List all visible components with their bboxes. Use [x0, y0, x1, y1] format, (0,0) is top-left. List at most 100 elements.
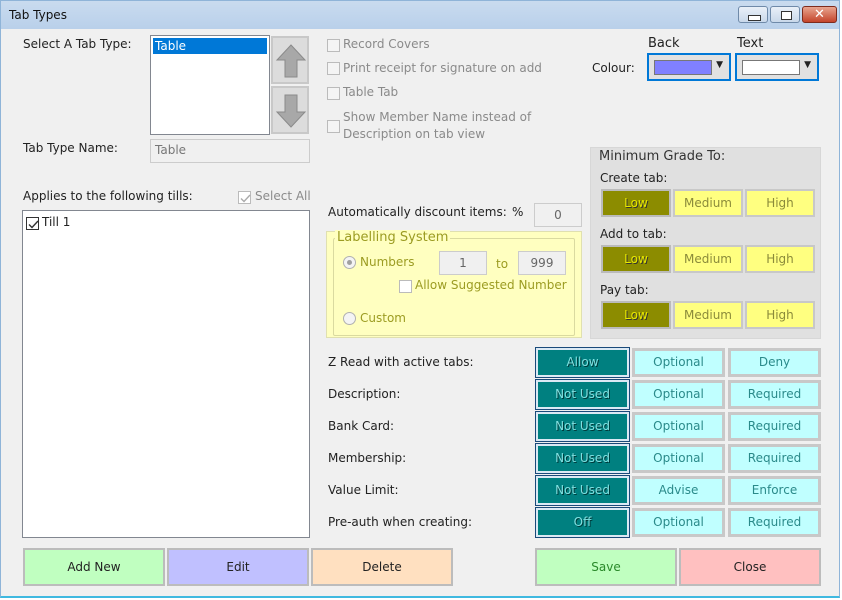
back-colour-label: Back — [648, 36, 680, 51]
print-receipt-checkbox[interactable] — [327, 62, 340, 75]
description-not-used-button[interactable]: Not Used — [535, 379, 630, 410]
tab-types-window: Tab Types ✕ Select A Tab Type: Table Tab… — [0, 0, 840, 598]
pre-auth-required-button[interactable]: Required — [728, 508, 821, 537]
pay-tab-label: Pay tab: — [600, 283, 649, 297]
custom-label: Custom — [360, 311, 406, 325]
tab-type-name-input[interactable]: Table — [150, 139, 310, 163]
edit-button[interactable]: Edit — [167, 548, 309, 586]
bank-card-required-button[interactable]: Required — [728, 412, 821, 441]
till-checkbox[interactable] — [26, 217, 39, 230]
pay-tab-medium-button[interactable]: Medium — [673, 301, 743, 329]
close-window-button[interactable]: ✕ — [802, 6, 837, 23]
show-member-name-label-line2: Description on tab view — [343, 127, 486, 141]
minimum-grade-panel: Minimum Grade To: Create tab: Low Medium… — [590, 147, 821, 339]
arrow-down-icon — [275, 94, 307, 128]
labelling-system-group: Labelling System Numbers 1 to 999 Allow … — [326, 230, 582, 338]
membership-not-used-button[interactable]: Not Used — [535, 443, 630, 474]
minimum-grade-title: Minimum Grade To: — [599, 149, 726, 164]
z-read-optional-button[interactable]: Optional — [632, 348, 725, 377]
discount-input[interactable]: 0 — [534, 203, 582, 227]
membership-label: Membership: — [328, 451, 407, 465]
value-limit-advise-button[interactable]: Advise — [632, 476, 725, 505]
add-new-button[interactable]: Add New — [23, 548, 165, 586]
number-to-input[interactable]: 999 — [518, 251, 566, 275]
record-covers-checkbox[interactable] — [327, 39, 340, 52]
create-tab-medium-button[interactable]: Medium — [673, 189, 743, 217]
value-limit-not-used-button[interactable]: Not Used — [535, 475, 630, 506]
select-tab-type-label: Select A Tab Type: — [23, 37, 132, 51]
membership-required-button[interactable]: Required — [728, 444, 821, 473]
move-up-button[interactable] — [271, 36, 309, 84]
create-tab-label: Create tab: — [600, 171, 668, 185]
number-from-input[interactable]: 1 — [439, 251, 487, 275]
colour-label: Colour: — [592, 61, 635, 75]
description-optional-button[interactable]: Optional — [632, 380, 725, 409]
checkmark-icon — [240, 194, 251, 203]
tills-list[interactable]: Till 1 — [22, 210, 310, 538]
add-to-tab-label: Add to tab: — [600, 227, 667, 241]
add-to-tab-medium-button[interactable]: Medium — [673, 245, 743, 273]
arrow-up-icon — [275, 44, 307, 78]
add-to-tab-high-button[interactable]: High — [745, 245, 815, 273]
show-member-name-label-line1: Show Member Name instead of — [343, 110, 532, 124]
to-label: to — [496, 257, 509, 271]
text-colour-label: Text — [737, 36, 764, 51]
text-colour-picker[interactable]: ▼ — [735, 53, 819, 81]
pre-auth-optional-button[interactable]: Optional — [632, 508, 725, 537]
close-button[interactable]: Close — [679, 548, 821, 586]
record-covers-label: Record Covers — [343, 37, 430, 51]
chevron-down-icon: ▼ — [804, 60, 811, 70]
table-tab-label: Table Tab — [343, 85, 399, 99]
custom-radio[interactable] — [343, 312, 356, 325]
numbers-label: Numbers — [360, 255, 415, 269]
tab-type-name-label: Tab Type Name: — [23, 141, 118, 155]
print-receipt-label: Print receipt for signature on add — [343, 61, 542, 75]
show-member-name-checkbox[interactable] — [327, 120, 340, 133]
minimize-button[interactable] — [738, 6, 768, 23]
value-limit-label: Value Limit: — [328, 483, 399, 497]
checkmark-icon — [28, 220, 39, 229]
tab-type-list-item[interactable]: Table — [153, 38, 267, 54]
z-read-label: Z Read with active tabs: — [328, 355, 474, 369]
bank-card-not-used-button[interactable]: Not Used — [535, 411, 630, 442]
select-all-label: Select All — [255, 189, 311, 203]
numbers-radio[interactable] — [343, 256, 356, 269]
pre-auth-off-button[interactable]: Off — [535, 507, 630, 538]
back-colour-picker[interactable]: ▼ — [647, 53, 731, 81]
bank-card-optional-button[interactable]: Optional — [632, 412, 725, 441]
move-down-button[interactable] — [271, 86, 309, 134]
create-tab-high-button[interactable]: High — [745, 189, 815, 217]
close-icon: ✕ — [814, 7, 825, 22]
save-button[interactable]: Save — [535, 548, 677, 586]
till-label: Till 1 — [42, 215, 71, 229]
tab-type-list[interactable]: Table — [150, 35, 270, 135]
table-tab-checkbox[interactable] — [327, 87, 340, 100]
pay-tab-low-button[interactable]: Low — [601, 301, 671, 329]
percent-symbol: % — [512, 205, 524, 219]
chevron-down-icon: ▼ — [716, 60, 723, 70]
allow-suggested-checkbox[interactable] — [399, 280, 412, 293]
back-colour-swatch — [654, 60, 712, 75]
discount-label: Automatically discount items: — [328, 205, 507, 219]
description-label: Description: — [328, 387, 401, 401]
labelling-legend: Labelling System — [335, 230, 451, 245]
window-title: Tab Types — [9, 8, 67, 22]
membership-optional-button[interactable]: Optional — [632, 444, 725, 473]
z-read-allow-button[interactable]: Allow — [535, 347, 630, 378]
z-read-deny-button[interactable]: Deny — [728, 348, 821, 377]
description-required-button[interactable]: Required — [728, 380, 821, 409]
maximize-button[interactable] — [770, 6, 800, 23]
title-bar: Tab Types ✕ — [1, 1, 839, 29]
bank-card-label: Bank Card: — [328, 419, 395, 433]
select-all-checkbox[interactable] — [238, 191, 251, 204]
minimize-icon — [739, 7, 767, 22]
value-limit-enforce-button[interactable]: Enforce — [728, 476, 821, 505]
tills-label: Applies to the following tills: — [23, 189, 193, 203]
add-to-tab-low-button[interactable]: Low — [601, 245, 671, 273]
pay-tab-high-button[interactable]: High — [745, 301, 815, 329]
delete-button[interactable]: Delete — [311, 548, 453, 586]
text-colour-swatch — [742, 60, 800, 75]
pre-auth-label: Pre-auth when creating: — [328, 515, 473, 529]
create-tab-low-button[interactable]: Low — [601, 189, 671, 217]
maximize-icon — [771, 7, 799, 22]
